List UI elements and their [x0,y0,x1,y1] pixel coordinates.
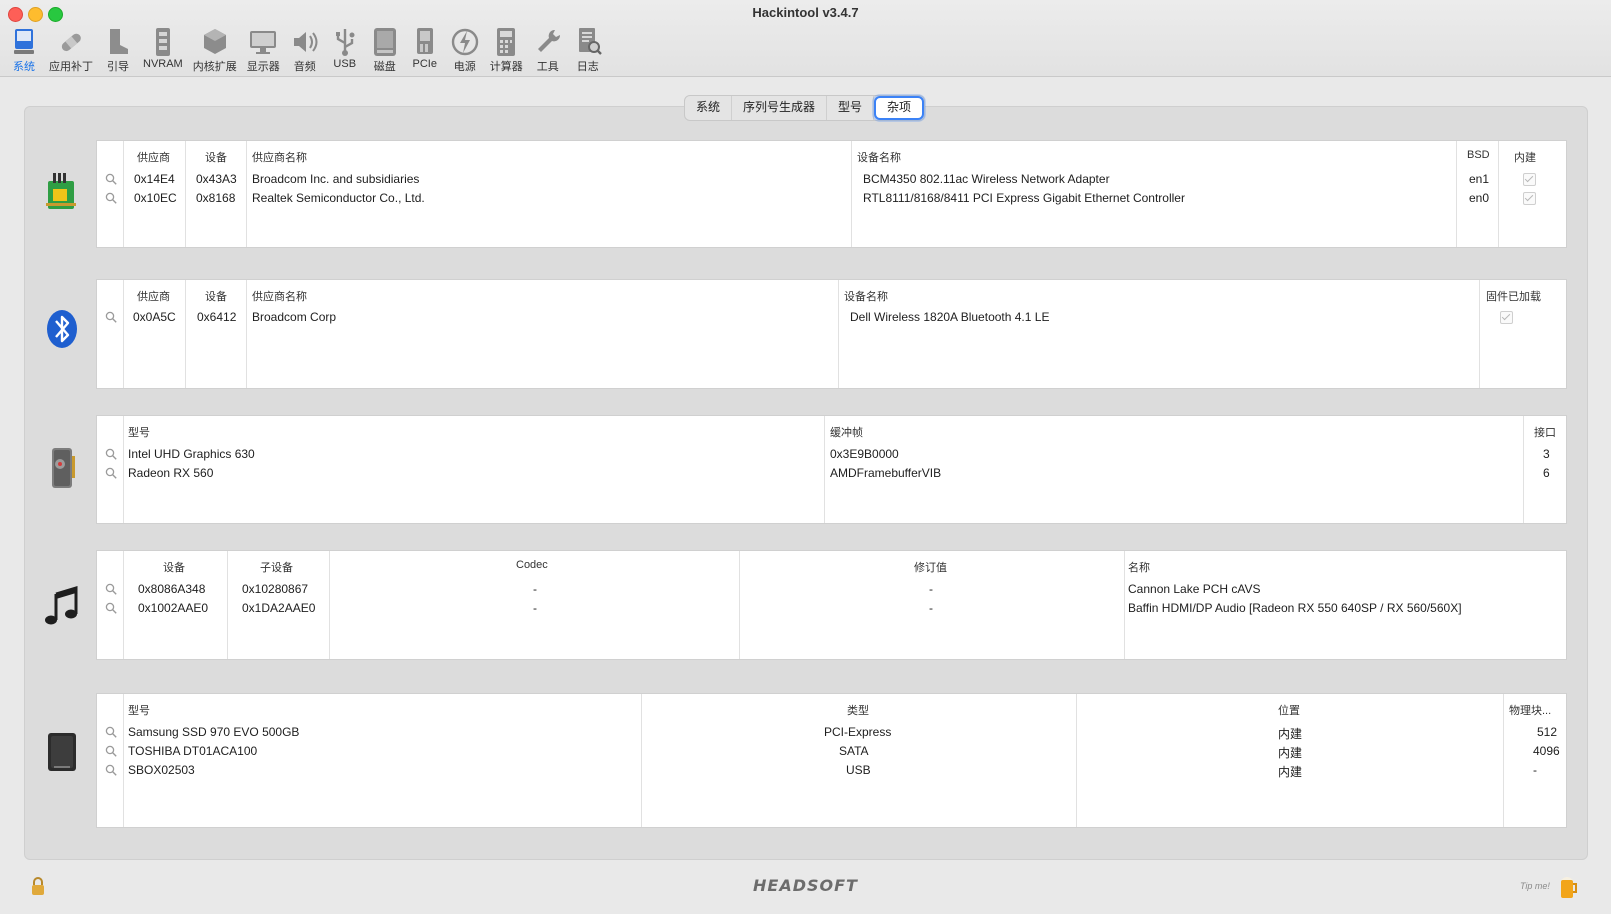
col-header-framebuffer[interactable]: 缓冲帧 [830,424,863,440]
search-icon[interactable] [105,192,117,204]
nvram-icon [155,28,170,56]
col-header-device[interactable]: 设备 [205,288,227,304]
search-icon[interactable] [105,764,117,776]
toolbar: 系统 应用补丁 引导 NVRAM 内核扩展 显示器 音频 USB 磁盘 PCIe… [4,26,608,74]
tab-system[interactable]: 系统 [685,96,733,120]
tab-bar: 系统 序列号生成器 型号 杂项 [684,95,926,121]
col-header-builtin[interactable]: 内建 [1514,149,1536,165]
hackintool-window: Hackintool v3.4.7 系统 应用补丁 引导 NVRAM 内核扩展 [0,0,1611,914]
window-title: Hackintool v3.4.7 [752,5,859,20]
tip-me-label[interactable]: Tip me! [1520,881,1550,891]
search-icon[interactable] [105,602,117,614]
network-table: 供应商 设备 供应商名称 设备名称 BSD 内建 0x14E4 0x43A3 B… [96,140,1567,248]
col-header-model[interactable]: 型号 [128,702,150,718]
builtin-checkbox[interactable] [1523,173,1536,186]
title-bar: Hackintool v3.4.7 系统 应用补丁 引导 NVRAM 内核扩展 [0,0,1611,77]
tab-model[interactable]: 型号 [827,96,875,120]
toolbar-item-boot[interactable]: 引导 [98,26,138,74]
toolbar-item-usb[interactable]: USB [325,26,365,74]
search-icon[interactable] [105,583,117,595]
audio-table: 设备 子设备 Codec 修订值 名称 0x8086A348 0x1028086… [96,550,1567,660]
col-header-block-size[interactable]: 物理块... [1509,702,1551,718]
toolbar-item-nvram[interactable]: NVRAM [138,26,188,74]
usb-icon [335,29,355,56]
system-icon [14,29,34,54]
toolbar-item-pcie[interactable]: PCIe [405,26,445,74]
col-header-device-name[interactable]: 设备名称 [857,149,901,165]
tab-serial-generator[interactable]: 序列号生成器 [732,96,828,120]
col-header-device[interactable]: 设备 [205,149,227,165]
toolbar-item-audio[interactable]: 音频 [285,26,325,74]
graphics-table: 型号 缓冲帧 接口 Intel UHD Graphics 630 0x3E9B0… [96,415,1567,524]
toolbar-item-disk[interactable]: 磁盘 [365,26,405,74]
search-icon[interactable] [105,745,117,757]
builtin-checkbox[interactable] [1523,192,1536,205]
bluetooth-icon [47,310,77,348]
toolbar-item-log[interactable]: 日志 [568,26,608,74]
col-header-location[interactable]: 位置 [1278,702,1300,718]
storage-table: 型号 类型 位置 物理块... Samsung SSD 970 EVO 500G… [96,693,1567,828]
col-header-ports[interactable]: 接口 [1534,424,1556,440]
toolbar-item-power[interactable]: 电源 [445,26,485,74]
col-header-vendor-name[interactable]: 供应商名称 [252,288,307,304]
col-header-firmware-loaded[interactable]: 固件已加载 [1486,288,1541,304]
network-card-icon [46,173,76,209]
search-icon[interactable] [105,311,117,323]
col-header-revision[interactable]: 修订值 [914,559,947,575]
calculator-icon [497,28,516,56]
col-header-model[interactable]: 型号 [128,424,150,440]
graphics-card-icon [52,448,75,488]
bluetooth-table: 供应商 设备 供应商名称 设备名称 固件已加载 0x0A5C 0x6412 Br… [96,279,1567,389]
pcie-icon [416,28,433,54]
search-icon[interactable] [105,467,117,479]
col-header-name[interactable]: 名称 [1128,559,1150,575]
drive-icon [48,733,76,771]
headsoft-logo: HEADSOFT [753,876,858,895]
toolbar-item-tools[interactable]: 工具 [528,26,568,74]
col-header-device-name[interactable]: 设备名称 [844,288,888,304]
col-header-device[interactable]: 设备 [163,559,185,575]
col-header-vendor[interactable]: 供应商 [137,288,170,304]
search-icon[interactable] [105,173,117,185]
monitor-icon [250,31,277,54]
toolbar-item-system[interactable]: 系统 [4,26,44,74]
col-header-codec[interactable]: Codec [516,559,548,571]
col-header-type[interactable]: 类型 [847,702,869,718]
tab-misc[interactable]: 杂项 [874,96,925,120]
col-header-vendor[interactable]: 供应商 [137,149,170,165]
music-note-icon [45,585,78,625]
log-icon [578,28,602,55]
toolbar-item-display[interactable]: 显示器 [242,26,285,74]
col-header-subdevice[interactable]: 子设备 [260,559,293,575]
speaker-icon [293,32,318,52]
firmware-loaded-checkbox[interactable] [1500,311,1513,324]
bandage-icon [61,33,81,52]
search-icon[interactable] [105,726,117,738]
toolbar-item-calculator[interactable]: 计算器 [485,26,528,74]
disk-icon [373,28,396,56]
wrench-icon [537,29,560,52]
search-icon[interactable] [105,448,117,460]
beer-icon[interactable] [1558,872,1578,900]
power-icon [451,28,478,56]
toolbar-item-kext[interactable]: 内核扩展 [188,26,242,74]
boot-icon [110,29,128,54]
col-header-bsd[interactable]: BSD [1467,149,1490,161]
col-header-vendor-name[interactable]: 供应商名称 [252,149,307,165]
toolbar-item-patch[interactable]: 应用补丁 [44,26,98,74]
kext-icon [203,29,226,54]
